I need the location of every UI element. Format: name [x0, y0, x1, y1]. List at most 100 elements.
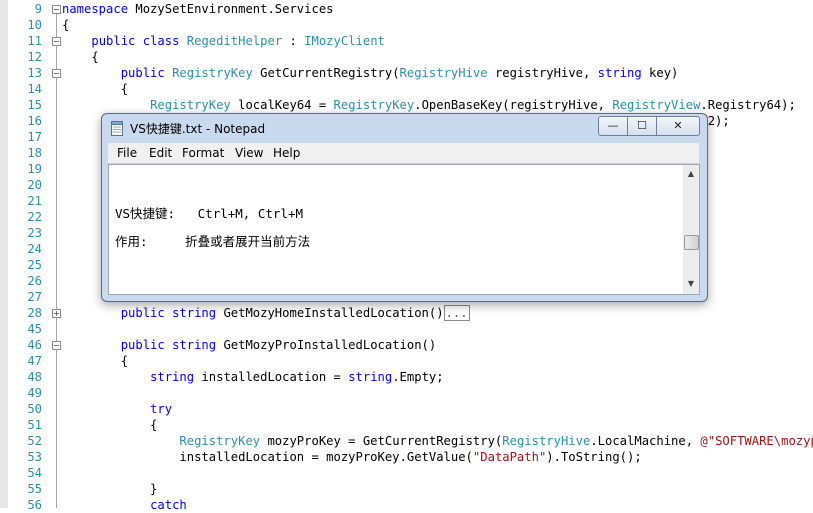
code-line[interactable]: 12 {: [0, 49, 813, 65]
notepad-text-line: VS快捷键: Ctrl+M, Ctrl+M: [115, 206, 304, 221]
expand-icon[interactable]: +: [52, 309, 61, 318]
line-number: 22: [27, 210, 42, 224]
close-button[interactable]: ✕: [656, 116, 700, 136]
code-text: {: [62, 81, 128, 97]
code-token: public: [91, 34, 136, 48]
code-text: namespace MozySetEnvironment.Services: [62, 1, 334, 17]
collapse-icon[interactable]: −: [52, 341, 61, 350]
code-token: mozyProKey = GetCurrentRegistry(: [260, 434, 503, 448]
menu-edit[interactable]: Edit: [149, 146, 172, 160]
scroll-up-icon[interactable]: ▲: [686, 169, 696, 179]
code-token: GetCurrentRegistry(: [252, 66, 400, 80]
line-number: 16: [27, 114, 42, 128]
code-token: @"SOFTWARE\mozypro": [700, 434, 813, 448]
line-number: 51: [27, 418, 42, 432]
code-line[interactable]: 47 {: [0, 353, 813, 369]
code-line[interactable]: 14 {: [0, 81, 813, 97]
code-text: public string GetMozyProInstalledLocatio…: [62, 337, 437, 353]
code-text: string installedLocation = string.Empty;: [62, 369, 444, 385]
code-token: RegistryKey: [172, 66, 253, 80]
code-token: localKey64 =: [230, 98, 334, 112]
maximize-button[interactable]: ☐: [627, 116, 657, 136]
code-line[interactable]: 10 {: [0, 17, 813, 33]
collapse-icon[interactable]: −: [52, 69, 61, 78]
vertical-scrollbar[interactable]: ▲ ▼: [683, 164, 700, 295]
menu-file[interactable]: File: [117, 146, 137, 160]
code-text: {: [62, 417, 157, 433]
code-line[interactable]: 53 installedLocation = mozyProKey.GetVal…: [0, 449, 813, 465]
code-line[interactable]: 54: [0, 465, 813, 481]
code-token: string: [597, 66, 642, 80]
code-token: :: [282, 34, 305, 48]
line-number: 14: [27, 82, 42, 96]
code-line[interactable]: 15 RegistryKey localKey64 = RegistryKey.…: [0, 97, 813, 113]
line-number: 17: [27, 130, 42, 144]
code-token: {: [62, 18, 70, 32]
code-text: public string GetMozyHomeInstalledLocati…: [62, 305, 470, 321]
code-line[interactable]: 48 string installedLocation = string.Emp…: [0, 369, 813, 385]
scroll-down-icon[interactable]: ▼: [686, 279, 696, 289]
code-token: catch: [150, 498, 187, 512]
line-number: 48: [27, 370, 42, 384]
code-line[interactable]: 28 + public string GetMozyHomeInstalledLo…: [0, 305, 813, 321]
line-number: 53: [27, 450, 42, 464]
code-text: {: [62, 49, 99, 65]
code-line[interactable]: 13 − public RegistryKey GetCurrentRegistr…: [0, 65, 813, 81]
code-token: .Empty;: [392, 370, 444, 384]
code-token: public: [120, 66, 165, 80]
collapse-icon[interactable]: −: [52, 37, 61, 46]
code-text: public class RegeditHelper : IMozyClient: [62, 33, 385, 49]
code-line[interactable]: 9 − namespace MozySetEnvironment.Services: [0, 1, 813, 17]
line-number: 13: [27, 66, 42, 80]
line-number: 20: [27, 178, 42, 192]
code-line[interactable]: 45: [0, 321, 813, 337]
code-token: string: [172, 338, 217, 352]
menu-help[interactable]: Help: [273, 146, 300, 160]
notepad-title: VS快捷键.txt - Notepad: [130, 122, 266, 136]
collapsed-region[interactable]: ...: [443, 305, 470, 321]
notepad-title-bar[interactable]: VS快捷键.txt - Notepad — ☐ ✕: [102, 114, 707, 142]
notepad-text-area[interactable]: VS快捷键: Ctrl+M, Ctrl+M 作用: 折叠或者展开当前方法: [108, 164, 685, 295]
line-number: 9: [34, 2, 42, 16]
line-number: 26: [27, 274, 42, 288]
line-number: 47: [27, 354, 42, 368]
line-number: 55: [27, 482, 42, 496]
code-token: namespace: [62, 2, 129, 16]
code-token: RegeditHelper: [186, 34, 283, 48]
collapse-icon[interactable]: −: [52, 5, 61, 14]
line-number: 49: [27, 386, 42, 400]
line-number: 28: [27, 306, 42, 320]
notepad-window[interactable]: VS快捷键.txt - Notepad — ☐ ✕ File Edit Form…: [101, 113, 708, 302]
menu-format[interactable]: Format: [182, 146, 224, 160]
code-line[interactable]: 51 {: [0, 417, 813, 433]
minimize-button[interactable]: —: [598, 116, 628, 136]
code-line[interactable]: 11 − public class RegeditHelper : IMozyCl…: [0, 33, 813, 49]
code-token: {: [62, 50, 99, 64]
scroll-thumb[interactable]: [684, 235, 699, 250]
code-line[interactable]: 46 − public string GetMozyProInstalledLoc…: [0, 337, 813, 353]
code-token: ).ToString();: [546, 450, 642, 464]
code-token: RegistryHive: [502, 434, 591, 448]
code-line[interactable]: 49: [0, 385, 813, 401]
code-line[interactable]: 55 }: [0, 481, 813, 497]
line-number: 24: [27, 242, 42, 256]
notepad-menu-bar: File Edit Format View Help: [108, 143, 699, 164]
code-line[interactable]: 52 RegistryKey mozyProKey = GetCurrentRe…: [0, 433, 813, 449]
code-text: try: [62, 401, 172, 417]
code-token: {: [62, 354, 129, 368]
line-number: 45: [27, 322, 42, 336]
line-number: 21: [27, 194, 42, 208]
code-line[interactable]: 50 try: [0, 401, 813, 417]
line-number: 54: [27, 466, 42, 480]
menu-view[interactable]: View: [235, 146, 263, 160]
line-number: 50: [27, 402, 42, 416]
code-token: .Registry64);: [700, 98, 796, 112]
code-token: GetMozyProInstalledLocation(): [216, 338, 437, 352]
code-line[interactable]: 56 catch: [0, 497, 813, 513]
